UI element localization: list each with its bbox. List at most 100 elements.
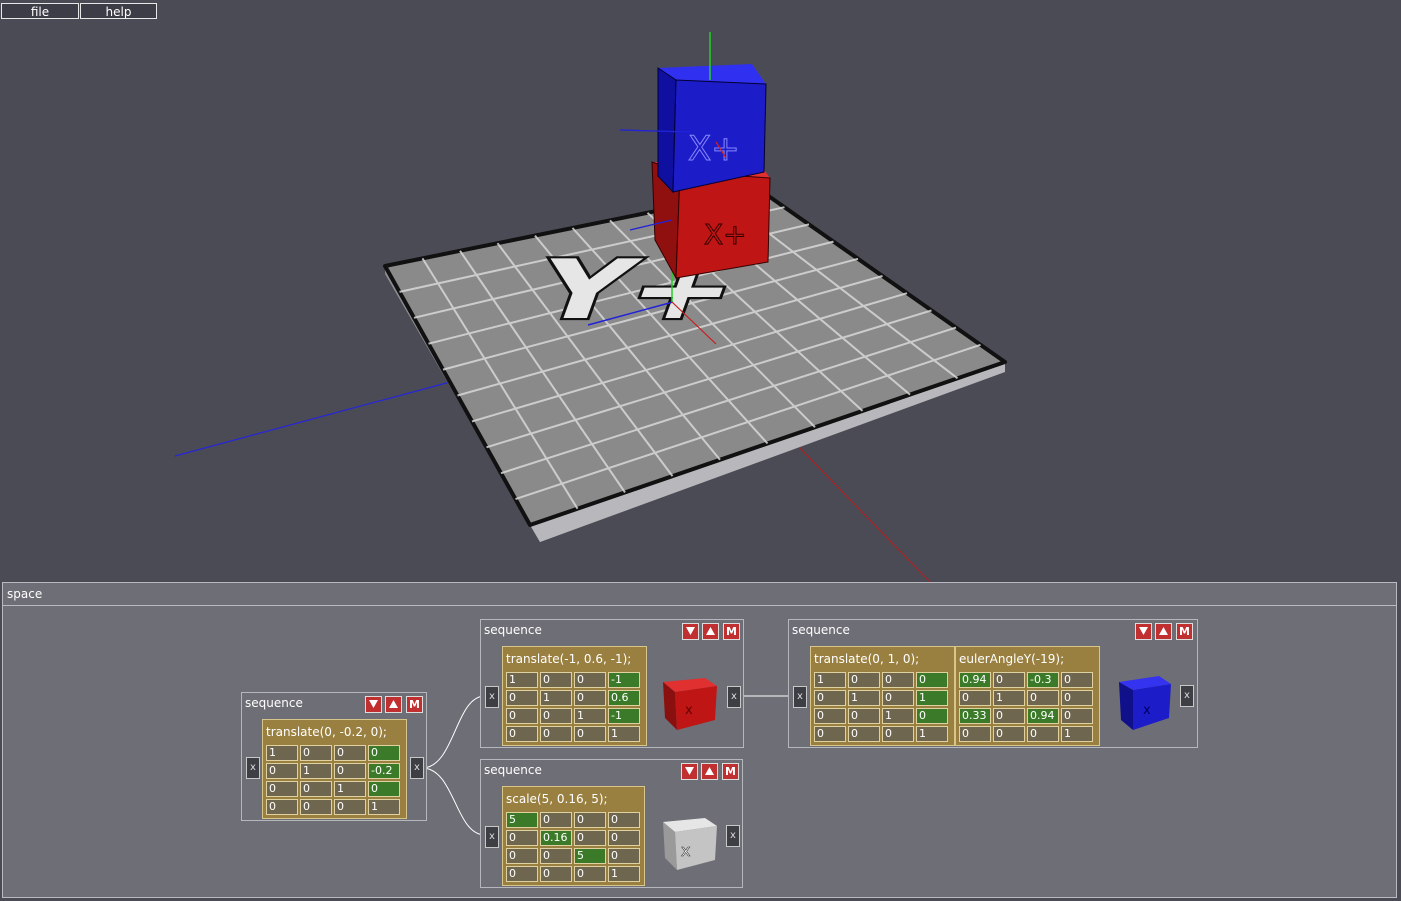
matrix-cell[interactable]: 0 [814,726,846,742]
matrix-cell[interactable]: 0 [848,726,880,742]
transform-block[interactable]: translate(0, 1, 0); 1 0 0 0 0 1 0 1 0 0 … [810,646,955,746]
sequence-node[interactable]: sequence M x x translate(-1, 0.6, -1); 1… [480,619,744,748]
sequence-node[interactable]: sequence M x x translate(0, -0.2, 0); 1 … [241,692,427,821]
input-port[interactable]: x [485,826,499,848]
file-menu-button[interactable]: file [1,3,79,19]
transform-expression[interactable]: eulerAngleY(-19); [959,650,1064,668]
transform-expression[interactable]: scale(5, 0.16, 5); [506,790,608,808]
matrix-cell[interactable]: 0 [1027,726,1059,742]
sequence-node[interactable]: sequence M x x translate(0, 1, 0); 1 0 0… [788,619,1198,748]
matrix-cell[interactable]: 0 [266,781,298,797]
matrix-cell[interactable]: 0 [608,848,640,864]
matrix-cell[interactable]: 0 [882,672,914,688]
matrix-cell[interactable]: 0 [540,848,572,864]
transform-block[interactable]: translate(0, -0.2, 0); 1 0 0 0 0 1 0 -0.… [262,719,407,819]
output-port[interactable]: x [1180,685,1194,707]
matrix-cell[interactable]: 0 [993,726,1025,742]
matrix-toggle-button[interactable]: M [722,763,739,780]
matrix-cell[interactable]: 0 [882,690,914,706]
matrix-cell[interactable]: 1 [882,708,914,724]
matrix-cell[interactable]: 0 [574,726,606,742]
matrix-cell[interactable]: 0 [916,708,948,724]
matrix-cell[interactable]: 1 [814,672,846,688]
matrix-cell[interactable]: 0 [1061,672,1093,688]
matrix-cell[interactable]: 0 [1027,690,1059,706]
move-up-button[interactable] [701,763,718,780]
matrix-cell[interactable]: 0.94 [1027,708,1059,724]
matrix-cell[interactable]: 0 [848,672,880,688]
move-down-button[interactable] [681,763,698,780]
matrix-cell[interactable]: 0 [300,799,332,815]
move-up-button[interactable] [702,623,719,640]
output-port[interactable]: x [727,686,741,708]
matrix-cell[interactable]: 0 [334,763,366,779]
matrix-cell[interactable]: 0 [540,812,572,828]
transform-expression[interactable]: translate(-1, 0.6, -1); [506,650,631,668]
matrix-cell[interactable]: 1 [1061,726,1093,742]
matrix-cell[interactable]: 0 [506,848,538,864]
matrix-cell[interactable]: 0 [334,799,366,815]
matrix-cell[interactable]: 0 [368,745,400,761]
matrix-cell[interactable]: 1 [368,799,400,815]
move-up-button[interactable] [385,696,402,713]
matrix-cell[interactable]: 1 [300,763,332,779]
transform-block[interactable]: translate(-1, 0.6, -1); 1 0 0 -1 0 1 0 0… [502,646,647,746]
matrix-toggle-button[interactable]: M [406,696,423,713]
matrix-cell[interactable]: 0 [1061,708,1093,724]
matrix-cell[interactable]: 0 [334,745,366,761]
matrix-cell[interactable]: 0 [959,726,991,742]
matrix-cell[interactable]: 1 [848,690,880,706]
matrix-cell[interactable]: 0 [506,690,538,706]
matrix-cell[interactable]: -0.2 [368,763,400,779]
matrix-cell[interactable]: 1 [266,745,298,761]
matrix-cell[interactable]: -1 [608,672,640,688]
input-port[interactable]: x [793,686,807,708]
move-down-button[interactable] [682,623,699,640]
matrix-cell[interactable]: -1 [608,708,640,724]
matrix-cell[interactable]: 1 [916,690,948,706]
transform-block[interactable]: scale(5, 0.16, 5); 5 0 0 0 0 0.16 0 0 0 … [502,786,645,886]
matrix-toggle-button[interactable]: M [723,623,740,640]
move-up-button[interactable] [1155,623,1172,640]
matrix-cell[interactable]: 1 [608,866,640,882]
matrix-cell[interactable]: 0 [993,672,1025,688]
matrix-cell[interactable]: 0.33 [959,708,991,724]
input-port[interactable]: x [246,757,260,779]
transform-expression[interactable]: translate(0, 1, 0); [814,650,919,668]
help-menu-button[interactable]: help [80,3,157,19]
matrix-cell[interactable]: 0 [368,781,400,797]
transform-block[interactable]: eulerAngleY(-19); 0.94 0 -0.3 0 0 1 0 0 … [955,646,1100,746]
matrix-cell[interactable]: 1 [916,726,948,742]
matrix-cell[interactable]: 0 [916,672,948,688]
sequence-node[interactable]: sequence M x x scale(5, 0.16, 5); 5 0 0 … [480,759,743,888]
matrix-cell[interactable]: 0.6 [608,690,640,706]
matrix-cell[interactable]: 0.94 [959,672,991,688]
matrix-cell[interactable]: 0 [506,726,538,742]
matrix-cell[interactable]: 0 [506,708,538,724]
matrix-cell[interactable]: 1 [334,781,366,797]
matrix-cell[interactable]: 0 [574,830,606,846]
matrix-cell[interactable]: 0 [574,812,606,828]
matrix-cell[interactable]: 0 [959,690,991,706]
matrix-cell[interactable]: 0 [506,866,538,882]
matrix-cell[interactable]: 0 [814,708,846,724]
matrix-cell[interactable]: 0 [540,672,572,688]
move-down-button[interactable] [365,696,382,713]
matrix-cell[interactable]: 0 [300,781,332,797]
matrix-cell[interactable]: 0 [814,690,846,706]
matrix-cell[interactable]: 0 [1061,690,1093,706]
matrix-cell[interactable]: 0 [608,830,640,846]
transform-expression[interactable]: translate(0, -0.2, 0); [266,723,387,741]
move-down-button[interactable] [1135,623,1152,640]
matrix-cell[interactable]: 1 [540,690,572,706]
matrix-cell[interactable]: 0 [608,812,640,828]
matrix-cell[interactable]: 1 [993,690,1025,706]
matrix-cell[interactable]: 0 [574,690,606,706]
matrix-cell[interactable]: -0.3 [1027,672,1059,688]
3d-viewport[interactable]: Y+ X+ X+ [0,0,1401,582]
matrix-cell[interactable]: 1 [506,672,538,688]
matrix-cell[interactable]: 0 [574,672,606,688]
matrix-cell[interactable]: 0.16 [540,830,572,846]
matrix-cell[interactable]: 0 [574,866,606,882]
matrix-toggle-button[interactable]: M [1176,623,1193,640]
